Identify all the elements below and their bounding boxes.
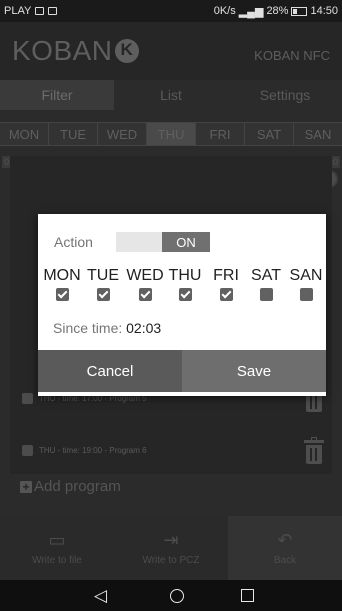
dialog-buttons: Cancel Save	[38, 350, 326, 392]
day-sat[interactable]: SAT	[245, 123, 294, 145]
write-to-pcz-button[interactable]: ⇥ Write to PCZ	[114, 516, 228, 580]
system-nav-bar: ◁	[0, 580, 342, 611]
status-bar: PLAY 0K/s ▂▄▆ 28% 14:50	[0, 0, 342, 22]
action-row: Action ON	[54, 232, 210, 252]
nav-home-icon[interactable]	[169, 588, 184, 603]
app-title: KOBAN NFC	[254, 47, 330, 63]
app-bar: KOBAN KOBAN NFC	[0, 22, 342, 80]
day-label: SAN	[289, 267, 323, 284]
day-label: MON	[43, 267, 81, 284]
dialog-day-wed: WED	[124, 268, 166, 301]
logo-mark-icon	[114, 39, 139, 63]
save-icon: ▭	[48, 529, 66, 550]
day-checkbox[interactable]	[299, 288, 313, 301]
nav-back-icon[interactable]: ◁	[89, 587, 113, 604]
toggle-on-label: ON	[162, 232, 210, 252]
clock: 14:50	[310, 5, 338, 17]
koban-logo: KOBAN	[12, 35, 139, 67]
add-program-button[interactable]: + Add program	[20, 478, 121, 495]
status-left-text: PLAY	[4, 5, 32, 17]
day-wed[interactable]: WED	[98, 123, 147, 145]
trash-icon[interactable]	[304, 437, 324, 464]
day-label: TUE	[87, 267, 119, 284]
notification-icon	[48, 7, 58, 15]
write-to-file-label: Write to file	[32, 554, 82, 566]
since-time-row[interactable]: Since time: 02:03	[53, 320, 161, 336]
day-checkbox[interactable]	[259, 288, 273, 301]
program-checkbox[interactable]	[22, 392, 33, 404]
day-checkbox[interactable]	[55, 288, 69, 301]
dialog-day-tue: TUE	[84, 268, 122, 301]
battery-icon	[291, 6, 308, 16]
dialog-day-fri: FRI	[206, 268, 246, 301]
tab-filter[interactable]: Filter	[0, 80, 114, 110]
dialog-day-mon: MON	[42, 268, 82, 301]
dialog-day-thu: THU	[166, 268, 204, 301]
since-time-label: Since time:	[53, 320, 123, 336]
plus-icon: +	[20, 480, 32, 493]
day-thu[interactable]: THU	[147, 123, 196, 145]
day-tue[interactable]: TUE	[49, 123, 98, 145]
day-label: WED	[126, 267, 164, 284]
write-to-pcz-label: Write to PCZ	[142, 554, 200, 566]
battery-percent: 28%	[266, 5, 289, 17]
since-time-value: 02:03	[126, 320, 162, 336]
dialog-day-sat: SAT	[246, 268, 286, 301]
logo-text: KOBAN	[12, 35, 113, 66]
tab-bar: Filter List Settings	[0, 80, 342, 110]
action-label: Action	[54, 234, 93, 250]
action-toggle[interactable]: ON	[116, 232, 210, 252]
program-dialog: Action ON MON TUE WED THU FRI SAT SAN Si…	[38, 214, 326, 396]
back-arrow-icon: ↶	[277, 529, 293, 550]
day-checkbox[interactable]	[138, 288, 152, 301]
dialog-day-checkboxes: MON TUE WED THU FRI SAT SAN	[42, 268, 326, 301]
day-checkbox[interactable]	[178, 288, 192, 301]
day-checkbox[interactable]	[219, 288, 233, 301]
day-mon[interactable]: MON	[0, 123, 49, 145]
bottom-action-bar: ▭ Write to file ⇥ Write to PCZ ↶ Back	[0, 516, 342, 580]
day-san[interactable]: SAN	[294, 123, 342, 145]
save-button[interactable]: Save	[182, 350, 326, 392]
write-to-file-button[interactable]: ▭ Write to file	[0, 516, 114, 580]
notification-icon	[35, 7, 45, 15]
day-label: THU	[168, 267, 202, 284]
tab-list[interactable]: List	[114, 80, 228, 110]
back-button[interactable]: ↶ Back	[228, 516, 342, 580]
program-text: THU - time: 19:00 - Program 6	[39, 445, 147, 455]
day-checkbox[interactable]	[96, 288, 110, 301]
day-selector: MON TUE WED THU FRI SAT SAN	[0, 122, 342, 146]
export-icon: ⇥	[163, 529, 179, 550]
cancel-button[interactable]: Cancel	[38, 350, 182, 392]
network-speed: 0K/s	[213, 5, 236, 17]
add-program-label: Add program	[34, 478, 121, 495]
program-checkbox[interactable]	[22, 444, 33, 456]
list-item[interactable]: THU - time: 19:00 - Program 6	[10, 432, 332, 468]
tab-settings[interactable]: Settings	[228, 80, 342, 110]
back-label: Back	[273, 554, 297, 566]
nav-recents-icon[interactable]	[240, 589, 254, 602]
day-label: FRI	[213, 267, 239, 284]
signal-icon: ▂▄▆	[238, 5, 264, 18]
dialog-day-san: SAN	[286, 268, 326, 301]
day-fri[interactable]: FRI	[196, 123, 245, 145]
day-label: SAT	[251, 267, 281, 284]
